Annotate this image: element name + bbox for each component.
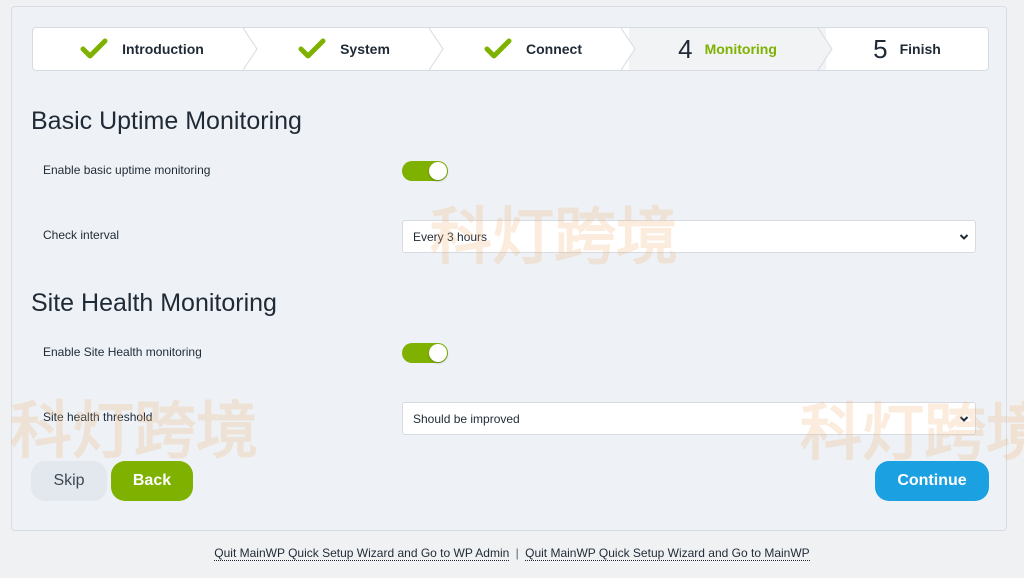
step-monitoring[interactable]: 4 Monitoring — [629, 28, 833, 70]
chevron-divider-icon — [818, 28, 833, 70]
step-label: Monitoring — [704, 41, 777, 57]
chevron-down-icon — [959, 234, 969, 240]
wizard-steps: Introduction System Connect 4 Monitoring… — [32, 27, 989, 71]
checkmark-icon — [484, 38, 512, 59]
step-label: Finish — [899, 41, 941, 57]
step-number: 5 — [873, 33, 888, 64]
health-threshold-select[interactable]: Should be improved — [402, 402, 976, 435]
step-connect[interactable]: Connect — [437, 28, 636, 70]
step-label: Connect — [526, 41, 582, 57]
enable-uptime-label: Enable basic uptime monitoring — [43, 163, 211, 177]
setup-wizard-card: Introduction System Connect 4 Monitoring… — [11, 6, 1007, 531]
step-label: Introduction — [122, 41, 204, 57]
chevron-down-icon — [959, 416, 969, 422]
chevron-divider-icon — [429, 28, 444, 70]
checkmark-icon — [80, 38, 108, 59]
footer-separator: | — [515, 546, 519, 560]
checkmark-icon — [298, 38, 326, 59]
step-number: 4 — [678, 33, 693, 64]
step-finish[interactable]: 5 Finish — [826, 28, 988, 70]
enable-uptime-toggle[interactable] — [402, 161, 448, 181]
step-introduction[interactable]: Introduction — [33, 28, 258, 70]
toggle-knob — [429, 162, 447, 180]
check-interval-select[interactable]: Every 3 hours — [402, 220, 976, 253]
step-system[interactable]: System — [251, 28, 444, 70]
enable-health-toggle[interactable] — [402, 343, 448, 363]
uptime-section-title: Basic Uptime Monitoring — [31, 107, 302, 135]
chevron-divider-icon — [621, 28, 636, 70]
step-label: System — [340, 41, 390, 57]
footer-links: Quit MainWP Quick Setup Wizard and Go to… — [0, 546, 1024, 561]
back-button[interactable]: Back — [111, 461, 193, 501]
chevron-divider-icon — [243, 28, 258, 70]
check-interval-value: Every 3 hours — [413, 229, 488, 244]
toggle-knob — [429, 344, 447, 362]
quit-to-mainwp-link[interactable]: Quit MainWP Quick Setup Wizard and Go to… — [525, 546, 810, 561]
skip-button[interactable]: Skip — [31, 461, 107, 501]
health-section-title: Site Health Monitoring — [31, 289, 277, 317]
check-interval-label: Check interval — [43, 228, 120, 242]
quit-to-wp-admin-link[interactable]: Quit MainWP Quick Setup Wizard and Go to… — [214, 546, 510, 561]
continue-button[interactable]: Continue — [875, 461, 989, 501]
enable-health-label: Enable Site Health monitoring — [43, 345, 202, 359]
health-threshold-value: Should be improved — [413, 411, 520, 426]
health-threshold-label: Site health threshold — [43, 410, 153, 424]
